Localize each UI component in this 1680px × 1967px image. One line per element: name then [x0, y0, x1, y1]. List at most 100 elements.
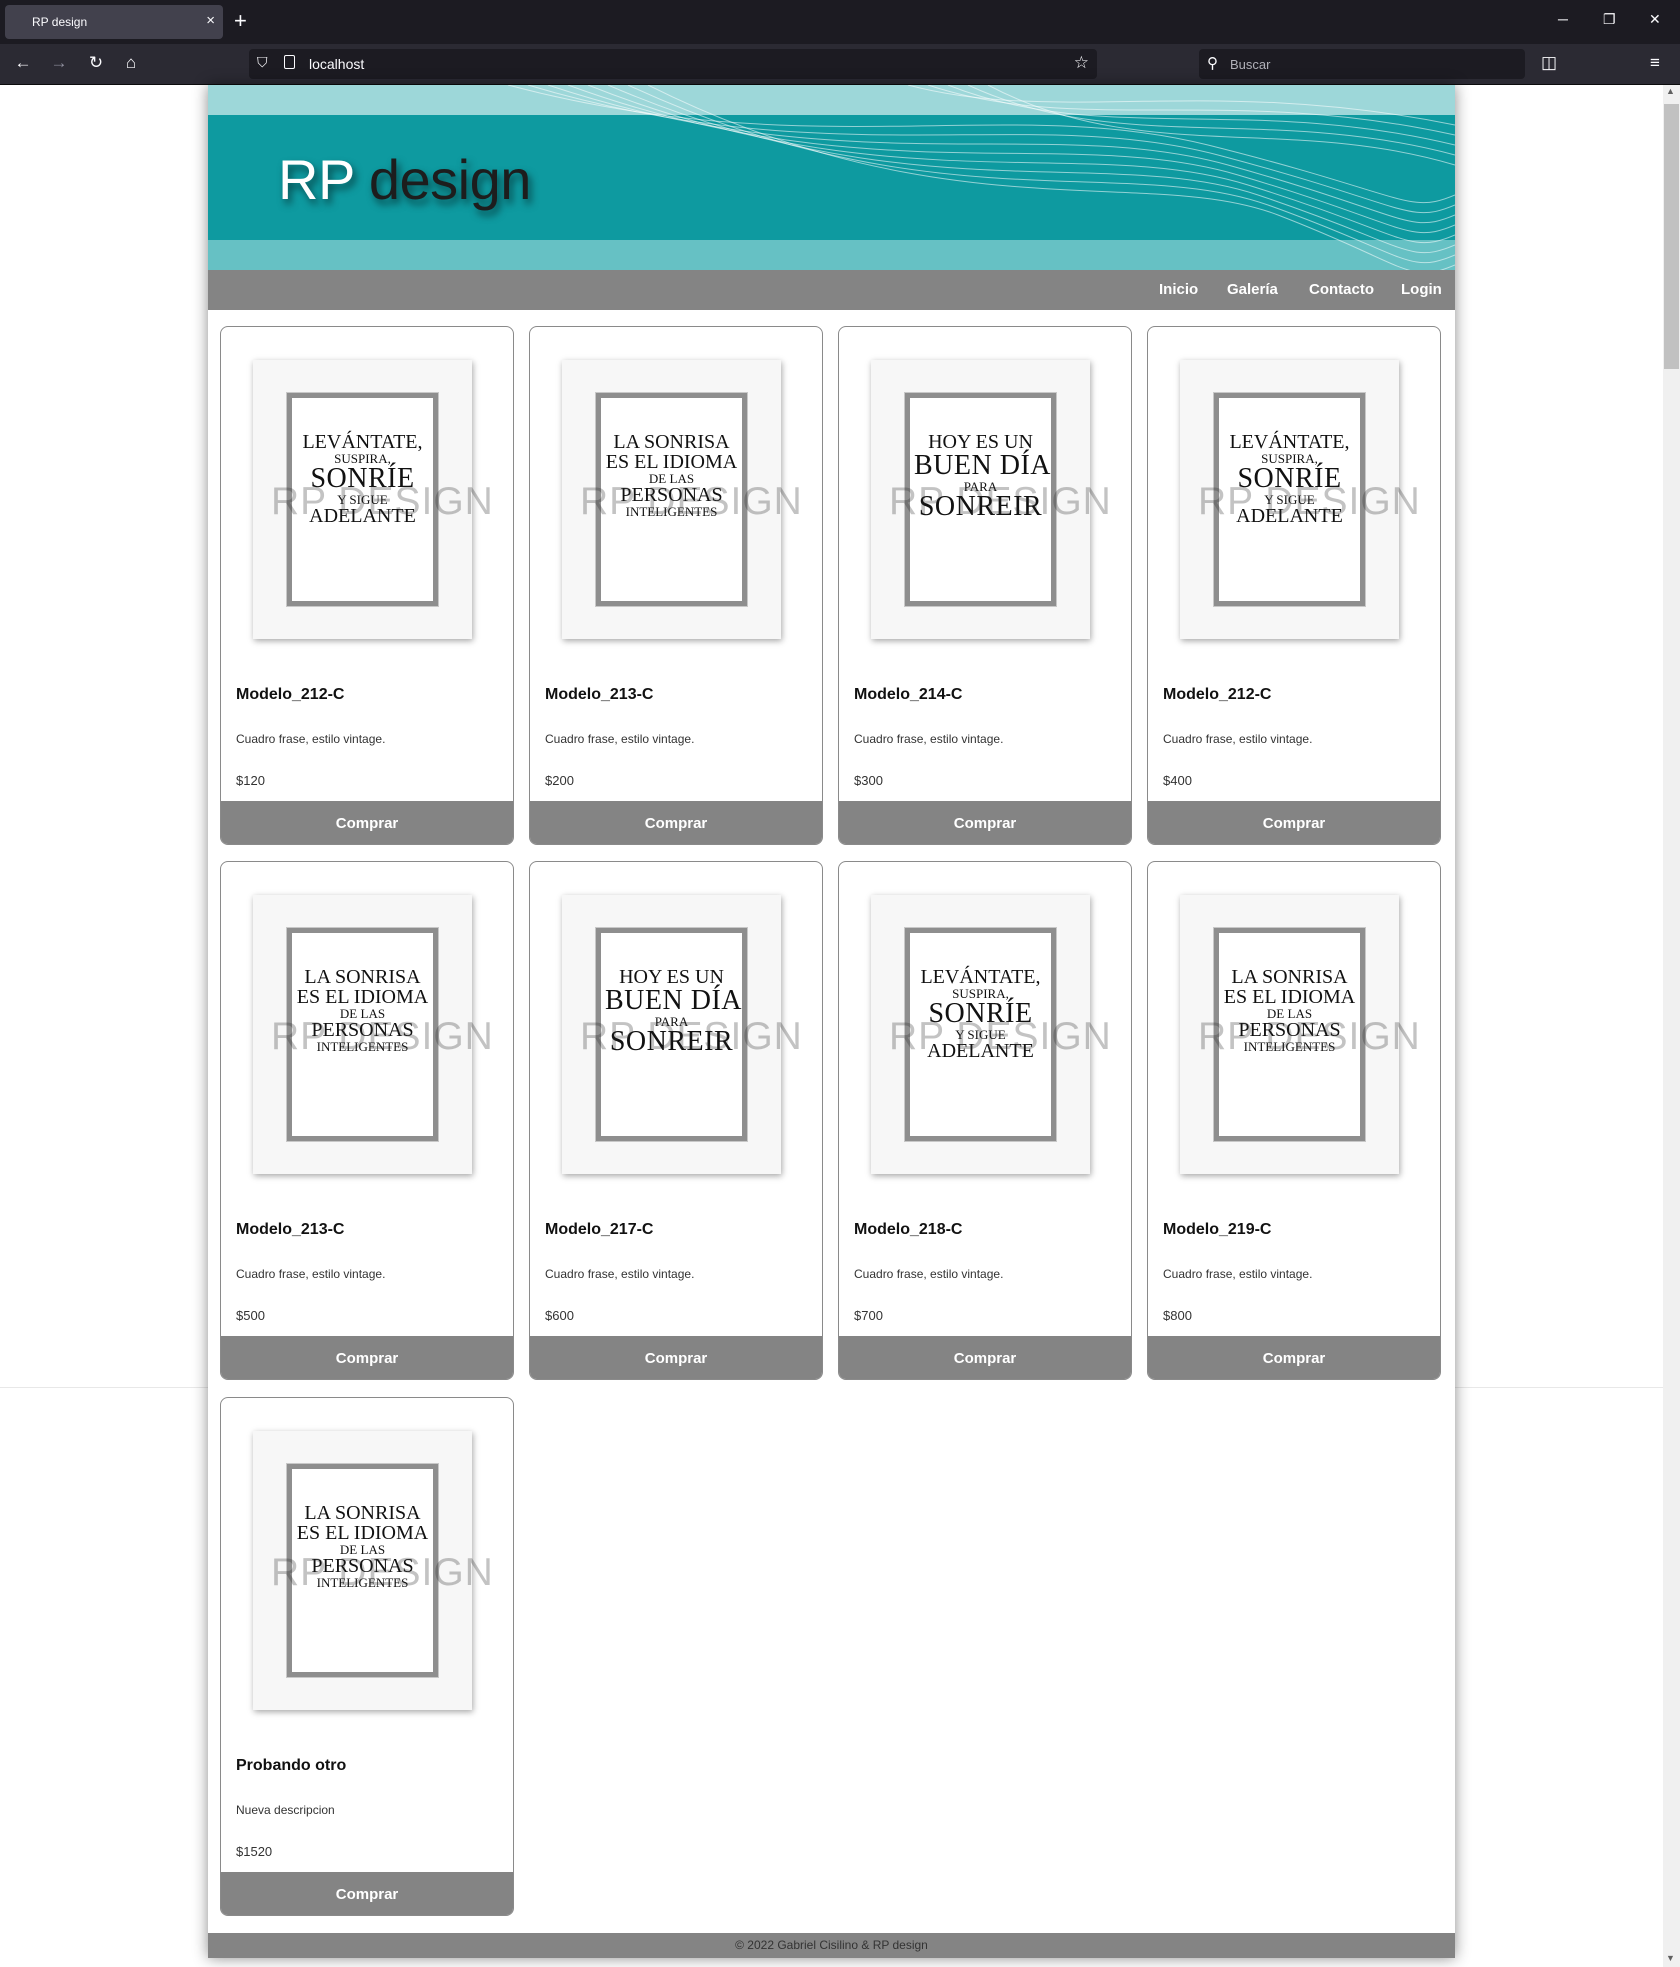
- product-description: Cuadro frase, estilo vintage.: [1163, 732, 1313, 746]
- buy-button[interactable]: Comprar: [530, 801, 822, 844]
- artwork-text: LA SONRISA ES EL IDIOMA DE LAS PERSONAS INTE…: [296, 1503, 429, 1589]
- product-title: Modelo_212-C: [1163, 686, 1272, 703]
- artwork-text: LEVÁNTATE, SUSPIRA, SONRÍE Y SIGUE ADELANTE: [296, 432, 429, 526]
- buy-button[interactable]: Comprar: [530, 1336, 822, 1379]
- browser-tab[interactable]: RP design ×: [5, 5, 223, 39]
- artwork-line: INTELIGENTES: [625, 504, 718, 519]
- browser-tab-bar: RP design × + ─ ❐ ✕: [0, 0, 1680, 44]
- url-text[interactable]: localhost: [309, 56, 364, 72]
- artwork-line: LA SONRISA: [304, 1502, 421, 1524]
- home-icon[interactable]: ⌂: [119, 53, 143, 73]
- product-title: Modelo_212-C: [236, 686, 345, 703]
- url-bar[interactable]: ⛉ localhost ☆: [249, 49, 1097, 79]
- new-tab-button[interactable]: +: [234, 8, 247, 34]
- bookmark-star-icon[interactable]: ☆: [1074, 53, 1089, 73]
- picture-frame: LA SONRISA ES EL IDIOMA DE LAS PERSONAS INTE…: [286, 927, 439, 1142]
- product-price: $300: [854, 773, 883, 788]
- artwork-line: PERSONAS: [311, 1019, 414, 1041]
- buy-button[interactable]: Comprar: [1148, 1336, 1440, 1379]
- artwork-line: ES EL IDIOMA: [1223, 986, 1356, 1008]
- menu-item-galeria[interactable]: Galería: [1227, 281, 1278, 298]
- artwork-line: LA SONRISA: [613, 431, 730, 453]
- product-price: $1520: [236, 1844, 273, 1859]
- product-image[interactable]: LEVÁNTATE, SUSPIRA, SONRÍE Y SIGUE ADELANTE …: [253, 360, 493, 639]
- scroll-up-icon[interactable]: ▲: [1666, 86, 1675, 96]
- product-card: LA SONRISA ES EL IDIOMA DE LAS PERSONAS INTE…: [1147, 861, 1441, 1380]
- artwork-text: HOY ES UN BUEN DÍA PARA SONREIR: [605, 966, 742, 1056]
- product-title: Modelo_213-C: [236, 1221, 345, 1238]
- product-image[interactable]: LA SONRISA ES EL IDIOMA DE LAS PERSONAS INTE…: [1180, 895, 1420, 1174]
- scrollbar-thumb[interactable]: [1664, 104, 1679, 369]
- minimize-icon[interactable]: ─: [1558, 11, 1568, 27]
- artwork-text: LA SONRISA ES EL IDIOMA DE LAS PERSONAS INTE…: [605, 432, 738, 518]
- site-title-design: design: [353, 148, 532, 211]
- pocket-icon[interactable]: ◫: [1537, 53, 1561, 73]
- artwork-line: ADELANTE: [927, 1040, 1034, 1062]
- product-image[interactable]: LA SONRISA ES EL IDIOMA DE LAS PERSONAS INTE…: [253, 895, 493, 1174]
- product-card: HOY ES UN BUEN DÍA PARA SONREIR RP DESIGN M…: [838, 326, 1132, 845]
- buy-button[interactable]: Comprar: [1148, 801, 1440, 844]
- picture-frame: LEVÁNTATE, SUSPIRA, SONRÍE Y SIGUE ADELANTE: [904, 927, 1057, 1142]
- artwork-line: INTELIGENTES: [1243, 1039, 1336, 1054]
- artwork-line: HOY ES UN: [619, 966, 724, 988]
- product-price: $500: [236, 1308, 265, 1323]
- product-description: Cuadro frase, estilo vintage.: [1163, 1267, 1313, 1281]
- menu-item-inicio[interactable]: Inicio: [1159, 281, 1198, 298]
- product-image[interactable]: HOY ES UN BUEN DÍA PARA SONREIR RP DESIGN: [871, 360, 1111, 639]
- close-tab-icon[interactable]: ×: [206, 12, 215, 29]
- product-card: LEVÁNTATE, SUSPIRA, SONRÍE Y SIGUE ADELANTE …: [220, 326, 514, 845]
- restore-icon[interactable]: ❐: [1603, 11, 1616, 28]
- product-description: Cuadro frase, estilo vintage.: [854, 732, 1004, 746]
- product-description: Nueva descripcion: [236, 1803, 335, 1817]
- shield-icon[interactable]: ⛉: [257, 54, 268, 71]
- product-card: LA SONRISA ES EL IDIOMA DE LAS PERSONAS INTE…: [529, 326, 823, 845]
- product-description: Cuadro frase, estilo vintage.: [236, 1267, 386, 1281]
- tab-title: RP design: [32, 15, 88, 29]
- artwork-line: INTELIGENTES: [316, 1039, 409, 1054]
- product-image[interactable]: LEVÁNTATE, SUSPIRA, SONRÍE Y SIGUE ADELANTE …: [1180, 360, 1420, 639]
- search-placeholder: Buscar: [1230, 57, 1271, 72]
- buy-button[interactable]: Comprar: [221, 801, 513, 844]
- buy-button[interactable]: Comprar: [221, 1336, 513, 1379]
- reload-icon[interactable]: ↻: [84, 53, 108, 73]
- artwork-line: SONRÍE: [928, 998, 1033, 1029]
- close-window-icon[interactable]: ✕: [1649, 11, 1661, 28]
- product-price: $120: [236, 773, 265, 788]
- artwork-line: LEVÁNTATE,: [302, 431, 423, 453]
- artwork-line: SONREIR: [918, 491, 1043, 522]
- buy-button[interactable]: Comprar: [839, 1336, 1131, 1379]
- product-title: Modelo_214-C: [854, 686, 963, 703]
- product-title: Modelo_219-C: [1163, 1221, 1272, 1238]
- buy-button[interactable]: Comprar: [839, 801, 1131, 844]
- artwork-text: HOY ES UN BUEN DÍA PARA SONREIR: [914, 432, 1051, 522]
- product-card: LEVÁNTATE, SUSPIRA, SONRÍE Y SIGUE ADELANTE …: [838, 861, 1132, 1380]
- search-input[interactable]: ⚲ Buscar: [1199, 49, 1525, 79]
- menu-icon[interactable]: ≡: [1643, 53, 1667, 73]
- menu-item-login[interactable]: Login: [1401, 281, 1442, 298]
- artwork-line: ES EL IDIOMA: [296, 986, 429, 1008]
- product-image[interactable]: LA SONRISA ES EL IDIOMA DE LAS PERSONAS INTE…: [253, 1431, 493, 1710]
- forward-icon[interactable]: →: [47, 53, 71, 73]
- product-description: Cuadro frase, estilo vintage.: [545, 732, 695, 746]
- site-title-rp: RP: [278, 148, 354, 211]
- artwork-line: PERSONAS: [620, 484, 723, 506]
- product-card: LEVÁNTATE, SUSPIRA, SONRÍE Y SIGUE ADELANTE …: [1147, 326, 1441, 845]
- product-image[interactable]: HOY ES UN BUEN DÍA PARA SONREIR RP DESIGN: [562, 895, 802, 1174]
- product-card: LA SONRISA ES EL IDIOMA DE LAS PERSONAS INTE…: [220, 861, 514, 1380]
- artwork-line: ADELANTE: [1236, 505, 1343, 527]
- artwork-line: BUEN DÍA: [914, 450, 1051, 481]
- site-page: RP design Inicio Galería Contacto Login …: [208, 85, 1455, 1958]
- product-description: Cuadro frase, estilo vintage.: [545, 1267, 695, 1281]
- product-image[interactable]: LEVÁNTATE, SUSPIRA, SONRÍE Y SIGUE ADELANTE …: [871, 895, 1111, 1174]
- product-image[interactable]: LA SONRISA ES EL IDIOMA DE LAS PERSONAS INTE…: [562, 360, 802, 639]
- scroll-down-icon[interactable]: ▼: [1666, 1953, 1675, 1963]
- product-card: HOY ES UN BUEN DÍA PARA SONREIR RP DESIGN M…: [529, 861, 823, 1380]
- buy-button[interactable]: Comprar: [221, 1872, 513, 1915]
- artwork-text: LA SONRISA ES EL IDIOMA DE LAS PERSONAS INTE…: [296, 967, 429, 1053]
- artwork-line: LEVÁNTATE,: [920, 966, 1041, 988]
- back-icon[interactable]: ←: [11, 53, 35, 73]
- menu-item-contacto[interactable]: Contacto: [1309, 281, 1374, 298]
- site-menu: Inicio Galería Contacto Login: [208, 270, 1455, 310]
- artwork-line: ES EL IDIOMA: [605, 451, 738, 473]
- product-price: $800: [1163, 1308, 1192, 1323]
